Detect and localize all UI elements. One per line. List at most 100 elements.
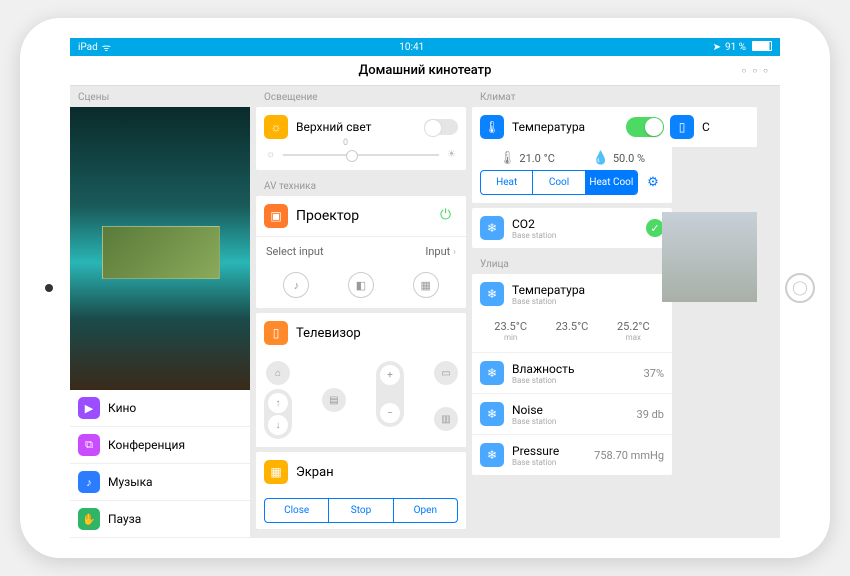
out-pressure-row[interactable]: ❄ PressureBase station 758.70 mmHg	[472, 434, 672, 475]
scene-label: Пауза	[108, 512, 141, 526]
volume-down[interactable]: −	[380, 403, 400, 423]
tv-label: Телевизор	[296, 326, 458, 341]
scenes-column: Сцены ▶ Кино ⧉ Конференция ♪ Музыка	[70, 86, 250, 538]
climate-card: 🌡 Температура 🌡21.0 °C 💧50.0 % Heat Cool…	[472, 107, 672, 203]
co2-icon: ❄	[480, 216, 504, 240]
remote-down[interactable]: ↓	[268, 415, 288, 435]
source-music[interactable]: ♪	[283, 272, 309, 298]
outdoor-card: ❄ Температура Base station 23.5°Cmin 23.…	[472, 274, 672, 475]
co2-label: CO2 Base station	[512, 217, 638, 240]
out-humidity-row[interactable]: ❄ ВлажностьBase station 37%	[472, 352, 672, 393]
climate-column: Климат 🌡 Температура 🌡21.0 °C 💧50.0 % He…	[472, 86, 672, 538]
av-label: AV техника	[256, 175, 466, 196]
screen: iPad ᯤ 10:41 ➤ 91 % Домашний кинотеатр ○…	[70, 38, 780, 538]
light-toggle[interactable]	[424, 119, 458, 135]
remote-guide[interactable]: ▥	[434, 407, 458, 431]
remote-menu[interactable]: ▤	[322, 388, 346, 412]
screen-card: ▦ Экран Close Stop Open	[256, 452, 466, 529]
source-sat[interactable]: ◧	[348, 272, 374, 298]
volume-up[interactable]: +	[380, 365, 400, 385]
battery-icon	[750, 41, 772, 54]
brightness-slider-row: ☼ 0 ☀	[256, 147, 466, 170]
scene-list: ▶ Кино ⧉ Конференция ♪ Музыка ✋ Пауза	[70, 390, 250, 538]
tablet-camera	[45, 284, 53, 292]
screen-controls: Close Stop Open	[264, 498, 458, 523]
climate-values: 🌡21.0 °C 💧50.0 %	[472, 147, 672, 170]
remote-rec[interactable]: ▭	[434, 361, 458, 385]
out-noise-row[interactable]: ❄ NoiseBase station 39 db	[472, 393, 672, 434]
snowflake-icon: ❄	[480, 282, 504, 306]
out-temp-values: 23.5°Cmin 23.5°C 25.2°Cmax	[472, 314, 672, 352]
remote-pad: ⌂ ↑ ↓ ▤ + −	[256, 353, 466, 447]
scene-label: Кино	[108, 401, 136, 415]
remote-home[interactable]: ⌂	[266, 361, 290, 385]
dim-icon: ☼	[266, 149, 275, 160]
projector-card: ▣ Проектор ⏻ Select input Input › ♪ ◧ ▦	[256, 196, 466, 308]
out-temp-label: Температура Base station	[512, 283, 664, 306]
climate-mode-seg: Heat Cool Heat Cool	[480, 170, 638, 195]
remote-up[interactable]: ↑	[268, 393, 288, 413]
lighting-card: ☼ Верхний свет ☼ 0 ☀	[256, 107, 466, 170]
more-icon[interactable]: ○ ○ ○	[742, 66, 770, 75]
status-bar: iPad ᯤ 10:41 ➤ 91 %	[70, 38, 780, 56]
peek-image	[662, 212, 757, 302]
clock: 10:41	[399, 42, 424, 53]
screen-icon: ▦	[264, 460, 288, 484]
drop-icon: 💧	[593, 151, 609, 166]
scene-label: Музыка	[108, 475, 153, 489]
scene-label: Конференция	[108, 438, 185, 452]
screen-stop[interactable]: Stop	[329, 499, 393, 522]
scene-image	[70, 107, 250, 390]
peek-label: С	[702, 120, 749, 134]
select-input-row[interactable]: Select input Input ›	[256, 236, 466, 266]
outdoor-label: Улица	[472, 253, 672, 274]
climate-toggle[interactable]	[626, 117, 664, 137]
volume-pill: + −	[376, 361, 404, 427]
remote-nav-pill: ↑ ↓	[264, 389, 292, 439]
lighting-label: Освещение	[256, 86, 466, 107]
home-button[interactable]: ◯	[785, 273, 815, 303]
tablet-frame: ◯ iPad ᯤ 10:41 ➤ 91 % Домашний кинотеатр…	[20, 18, 830, 558]
climate-label: Климат	[472, 86, 672, 107]
projector-sources: ♪ ◧ ▦	[256, 266, 466, 308]
temp-icon: 🌡	[499, 151, 516, 166]
peek-card[interactable]: ▯ С	[662, 107, 757, 147]
tv-card: ▯ Телевизор ⌂ ↑ ↓ ▤	[256, 313, 466, 447]
scene-item-cinema[interactable]: ▶ Кино	[70, 390, 250, 427]
gear-icon[interactable]: ⚙	[642, 172, 664, 194]
snowflake-icon: ❄	[480, 402, 504, 426]
content: Сцены ▶ Кино ⧉ Конференция ♪ Музыка	[70, 86, 780, 538]
thermometer-icon: 🌡	[480, 115, 504, 139]
climate-temp-label: Температура	[512, 120, 618, 134]
brightness-slider[interactable]: 0	[283, 154, 439, 156]
av-column: Освещение ☼ Верхний свет ☼ 0 ☀ AV техник…	[256, 86, 466, 538]
projector-icon: ▣	[264, 204, 288, 228]
screen-open[interactable]: Open	[394, 499, 457, 522]
snowflake-icon: ❄	[480, 361, 504, 385]
mode-heat[interactable]: Heat	[481, 171, 533, 194]
page-title: Домашний кинотеатр	[359, 63, 492, 78]
power-icon[interactable]: ⏻	[440, 207, 458, 225]
device-label: iPad	[78, 42, 98, 53]
snowflake-icon: ❄	[480, 443, 504, 467]
location-icon: ➤	[713, 42, 721, 53]
mode-cool[interactable]: Cool	[533, 171, 585, 194]
scene-item-conference[interactable]: ⧉ Конференция	[70, 427, 250, 464]
scene-icon: ▶	[78, 397, 100, 419]
source-game[interactable]: ▦	[413, 272, 439, 298]
scene-icon: ✋	[78, 508, 100, 530]
chevron-right-icon: ›	[453, 247, 456, 258]
scene-item-music[interactable]: ♪ Музыка	[70, 464, 250, 501]
peek-section-label	[662, 86, 757, 107]
scene-icon: ♪	[78, 471, 100, 493]
light-name: Верхний свет	[296, 120, 416, 134]
screen-close[interactable]: Close	[265, 499, 329, 522]
mode-heatcool[interactable]: Heat Cool	[586, 171, 637, 194]
peek-icon: ▯	[670, 115, 694, 139]
co2-card[interactable]: ❄ CO2 Base station ✓	[472, 208, 672, 248]
bright-icon: ☀	[447, 149, 456, 160]
tv-icon: ▯	[264, 321, 288, 345]
scene-item-pause[interactable]: ✋ Пауза	[70, 501, 250, 538]
battery-label: 91 %	[725, 42, 746, 53]
peek-column: ▯ С	[662, 86, 757, 538]
